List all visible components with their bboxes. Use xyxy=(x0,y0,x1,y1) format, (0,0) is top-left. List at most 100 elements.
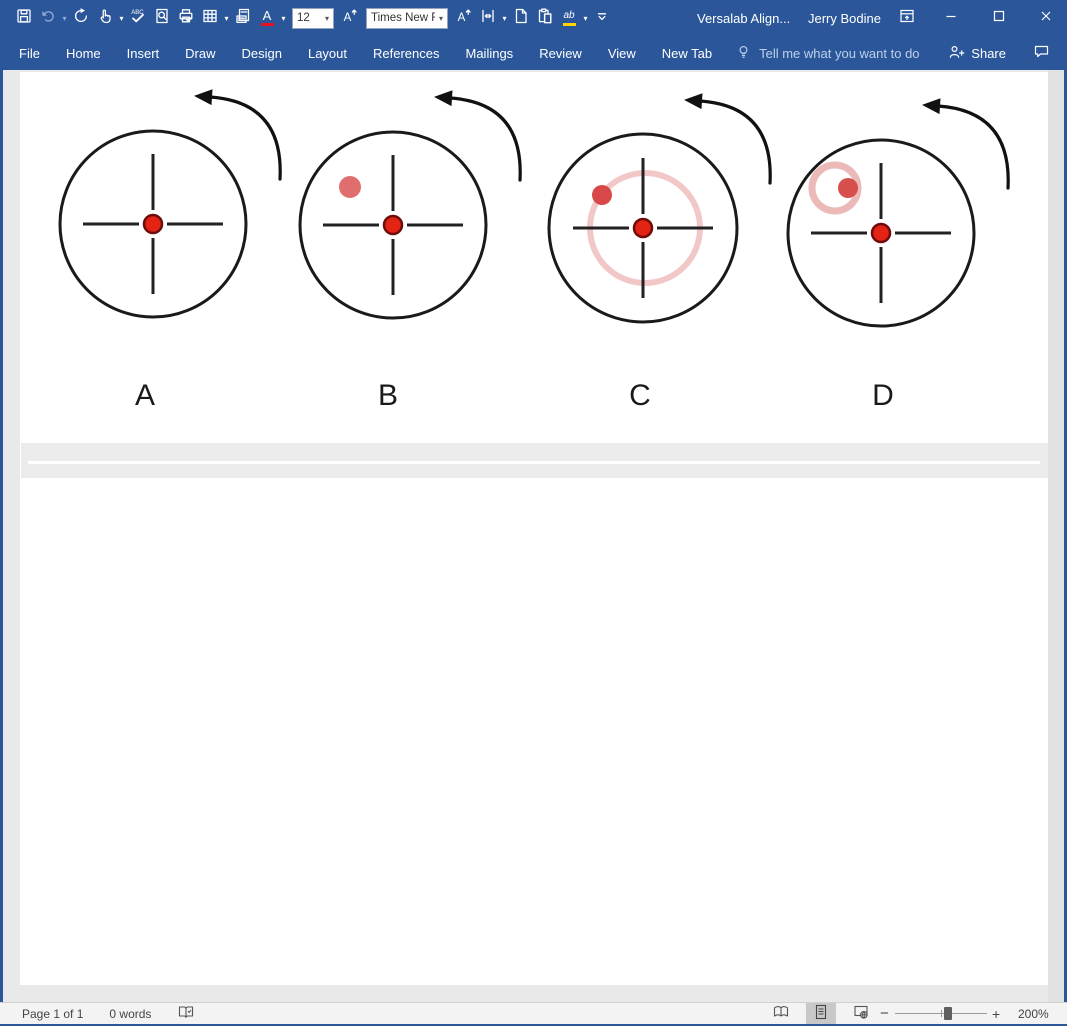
customize-qat-button[interactable] xyxy=(590,3,614,33)
print-layout-button[interactable] xyxy=(806,1003,836,1024)
target-circle-B: B xyxy=(300,90,520,412)
touch-mode-dropdown[interactable]: ▾ xyxy=(117,14,126,23)
spelling-icon: ABC xyxy=(129,7,147,30)
tab-home[interactable]: Home xyxy=(53,36,114,70)
tab-layout[interactable]: Layout xyxy=(295,36,360,70)
share-person-icon xyxy=(947,43,965,64)
font-color-button[interactable]: A xyxy=(255,3,279,33)
print-preview-edit-icon xyxy=(153,7,171,30)
char-spacing-icon xyxy=(479,7,497,30)
tab-view[interactable]: View xyxy=(595,36,649,70)
grow-font-icon: A xyxy=(455,7,473,30)
char-spacing-button[interactable] xyxy=(476,3,500,33)
tab-mailings[interactable]: Mailings xyxy=(453,36,527,70)
counterclockwise-arrow-D xyxy=(938,106,1008,188)
spelling-button[interactable]: ABC xyxy=(126,3,150,33)
maximize-button[interactable] xyxy=(984,0,1014,36)
page-break-band xyxy=(21,443,1048,478)
ribbon-display-options-icon xyxy=(898,7,916,30)
lightbulb-icon xyxy=(735,43,752,64)
highlight-button[interactable]: ab xyxy=(557,3,581,33)
figure-label-C: C xyxy=(629,379,651,412)
font-color-dropdown[interactable]: ▾ xyxy=(279,14,288,23)
print-preview-button[interactable] xyxy=(231,3,255,33)
word-count-indicator[interactable]: 0 words xyxy=(109,1007,151,1021)
user-name: Jerry Bodine xyxy=(808,0,881,36)
print-preview-edit-button[interactable] xyxy=(150,3,174,33)
tell-me-box[interactable]: Tell me what you want to do xyxy=(735,43,919,64)
tab-review[interactable]: Review xyxy=(526,36,595,70)
shrink-grow-font-button[interactable]: A xyxy=(338,3,362,33)
word-window: ▾▾ABC▾A▾12▾ATimes New R▾A▾ab▾ Versalab A… xyxy=(0,0,1067,1026)
ribbon-tabs: FileHomeInsertDrawDesignLayoutReferences… xyxy=(0,36,725,70)
tab-new-tab[interactable]: New Tab xyxy=(649,36,725,70)
offset-dot-C xyxy=(592,185,612,205)
share-button[interactable]: Share xyxy=(947,43,1006,64)
tab-draw[interactable]: Draw xyxy=(172,36,228,70)
read-mode-icon xyxy=(772,1003,790,1024)
undo-dropdown[interactable]: ▾ xyxy=(60,14,69,23)
chevron-down-icon: ▾ xyxy=(62,14,66,23)
quick-print-button[interactable] xyxy=(174,3,198,33)
offset-dot-B xyxy=(339,176,361,198)
chevron-down-icon: ▾ xyxy=(325,14,329,23)
undo-button[interactable] xyxy=(36,3,60,33)
save-icon xyxy=(15,7,33,30)
zoom-slider[interactable] xyxy=(895,1003,987,1024)
zoom-out-button[interactable]: − xyxy=(880,1003,889,1024)
font-size-combo[interactable]: 12▾ xyxy=(292,8,334,29)
minimize-icon xyxy=(942,7,960,30)
chevron-down-icon: ▾ xyxy=(439,14,443,23)
center-dot-A xyxy=(144,215,162,233)
svg-text:A: A xyxy=(458,11,466,23)
web-layout-button[interactable] xyxy=(846,1003,876,1024)
document-title: Versalab Align... xyxy=(697,0,790,36)
zoom-slider-handle[interactable] xyxy=(944,1007,952,1020)
offset-dot-D xyxy=(838,178,858,198)
tab-references[interactable]: References xyxy=(360,36,452,70)
page-break-line xyxy=(28,461,1040,464)
grow-font-button[interactable]: A xyxy=(452,3,476,33)
chevron-down-icon: ▾ xyxy=(119,14,123,23)
tab-insert[interactable]: Insert xyxy=(114,36,173,70)
target-circle-C: C xyxy=(549,93,770,412)
font-name-combo[interactable]: Times New R▾ xyxy=(366,8,448,29)
vertical-scrollbar[interactable] xyxy=(1048,70,1064,1002)
tell-me-label: Tell me what you want to do xyxy=(759,46,919,61)
center-dot-B xyxy=(384,216,402,234)
close-button[interactable] xyxy=(1031,0,1061,36)
touch-mode-button[interactable] xyxy=(93,3,117,33)
tab-file[interactable]: File xyxy=(6,36,53,70)
figure-label-B: B xyxy=(378,379,398,412)
proofing-status-icon[interactable] xyxy=(177,1003,195,1024)
ribbon-display-options-button[interactable] xyxy=(892,0,922,36)
target-circle-A: A xyxy=(60,89,280,412)
page-number-indicator[interactable]: Page 1 of 1 xyxy=(22,1007,83,1021)
chevron-down-icon: ▾ xyxy=(583,14,587,23)
insert-table-dropdown[interactable]: ▾ xyxy=(222,14,231,23)
svg-text:A: A xyxy=(344,11,352,23)
shrink-grow-font-icon: A xyxy=(341,7,359,30)
redo-button[interactable] xyxy=(69,3,93,33)
ribbon-tab-bar: FileHomeInsertDrawDesignLayoutReferences… xyxy=(0,36,1067,70)
read-mode-button[interactable] xyxy=(766,1003,796,1024)
paste-button[interactable] xyxy=(533,3,557,33)
new-document-button[interactable] xyxy=(509,3,533,33)
counterclockwise-arrow-B xyxy=(450,98,520,180)
tab-design[interactable]: Design xyxy=(229,36,295,70)
insert-table-button[interactable] xyxy=(198,3,222,33)
font-color-icon: A xyxy=(261,10,274,26)
chevron-down-icon: ▾ xyxy=(224,14,228,23)
save-button[interactable] xyxy=(12,3,36,33)
redo-icon xyxy=(72,7,90,30)
alignment-figure[interactable]: ABCD xyxy=(30,72,1029,443)
web-layout-icon xyxy=(852,1003,870,1024)
zoom-percentage[interactable]: 200% xyxy=(1018,1003,1049,1024)
title-bar: ▾▾ABC▾A▾12▾ATimes New R▾A▾ab▾ Versalab A… xyxy=(0,0,1067,36)
comments-icon[interactable] xyxy=(1032,42,1051,65)
char-spacing-dropdown[interactable]: ▾ xyxy=(500,14,509,23)
customize-qat-icon xyxy=(593,7,611,30)
zoom-in-button[interactable]: + xyxy=(992,1003,1000,1024)
minimize-button[interactable] xyxy=(936,0,966,36)
highlight-dropdown[interactable]: ▾ xyxy=(581,14,590,23)
